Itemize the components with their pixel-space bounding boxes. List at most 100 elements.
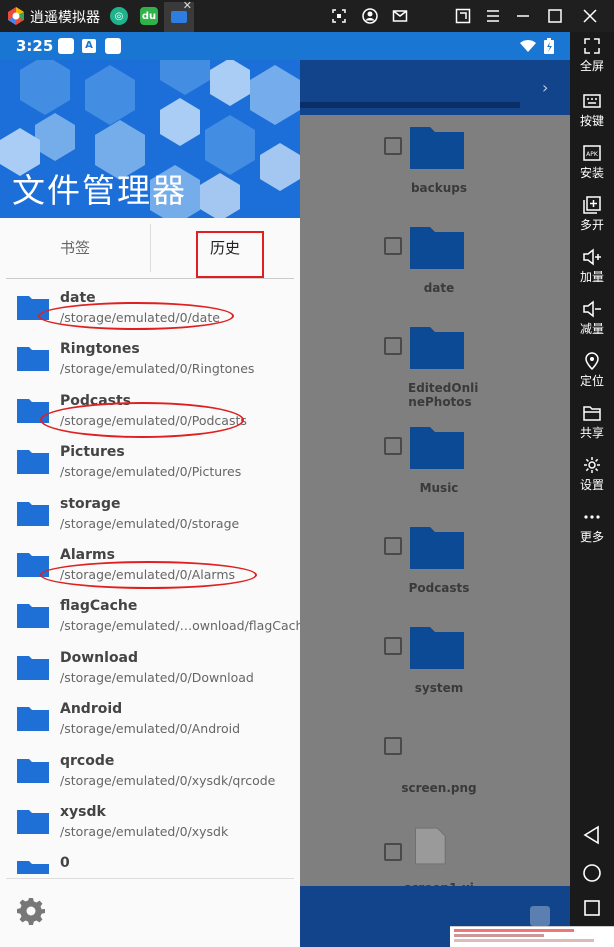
file-item[interactable]: Podcasts [380,523,500,623]
file-item[interactable]: date [380,223,500,323]
location-button[interactable]: 定位 [570,352,614,389]
keyboard-icon [583,94,601,108]
list-item[interactable]: qrcode /storage/emulated/0/xysdk/qrcode [0,747,300,798]
folder-icon [17,501,49,526]
share-folder-button[interactable]: 共享 [570,404,614,441]
list-item[interactable]: storage /storage/emulated/0/storage [0,490,300,541]
mail-icon[interactable] [392,8,408,24]
folder-icon [17,450,49,475]
list-item[interactable]: flagCache /storage/emulated/…ownload/fla… [0,592,300,643]
file-checkbox[interactable] [384,537,402,555]
screenshot-icon[interactable] [331,8,347,24]
volume-down-icon [583,300,601,318]
side-tool-label: 全屏 [579,59,604,73]
file-label: Music [419,481,459,495]
annotation-ellipse [38,302,234,330]
folder-icon [410,327,464,369]
file-item[interactable]: Music [380,423,500,523]
file-checkbox[interactable] [384,237,402,255]
close-tab-icon[interactable]: ✕ [183,0,192,12]
volume-down-button[interactable]: 减量 [570,300,614,337]
back-nav-icon[interactable] [582,825,602,845]
file-item[interactable]: screen.png [380,723,500,823]
file-item[interactable]: system [380,623,500,723]
item-name: Pictures [60,444,125,461]
file-checkbox[interactable] [384,637,402,655]
window-mode-icon[interactable] [455,8,471,24]
item-name: storage [60,495,121,512]
item-name: flagCache [60,598,138,615]
close-window-icon[interactable] [582,8,598,24]
item-name: Download [60,649,139,666]
list-item[interactable]: Ringtones /storage/emulated/0/Ringtones [0,335,300,386]
drawer-footer-divider [6,878,294,879]
notification-icon [105,38,121,54]
app-tab-icon[interactable]: ◎ [110,7,128,25]
install-apk-button[interactable]: APK 安装 [570,144,614,181]
settings-button[interactable]: 设置 [570,456,614,493]
folder-icon [17,707,49,732]
status-time: 3:25 [16,37,54,55]
file-checkbox[interactable] [384,437,402,455]
file-icon [415,827,446,865]
list-item[interactable]: xysdk /storage/emulated/0/xysdk [0,798,300,849]
path-bar [300,102,520,108]
multi-instance-button[interactable]: 多开 [570,196,614,233]
file-checkbox[interactable] [384,737,402,755]
annotation-ellipse [40,561,257,589]
list-item[interactable]: Pictures /storage/emulated/0/Pictures [0,438,300,489]
item-path: /storage/emulated/0/xysdk [60,824,229,839]
folder-icon [410,527,464,569]
side-tool-label: 多开 [579,218,604,232]
item-path: /storage/emulated/0/Download [60,669,254,685]
settings-gear-icon[interactable] [16,896,46,926]
annotation-box [196,231,264,278]
folder-icon [17,810,49,834]
item-name: Ringtones [60,341,140,358]
tab-bookmarks[interactable]: 书签 [0,218,150,278]
app-title: 文件管理器 [12,171,187,210]
more-button[interactable]: 更多 [570,508,614,545]
active-app-tab[interactable]: ✕ [164,0,194,32]
menu-icon[interactable] [485,8,501,24]
side-tool-label: 设置 [579,478,604,492]
file-label: date [423,281,455,295]
file-checkbox[interactable] [384,843,402,861]
keyboard-button[interactable]: 按键 [570,92,614,129]
chevron-right-icon[interactable]: › [542,78,548,97]
minimize-icon[interactable] [515,8,531,24]
file-item[interactable]: backups [380,123,500,223]
emulator-side-toolbar: 全屏 按键 APK 安装 多开 加量 减量 定位 共享 设置 更多 [570,32,614,947]
home-nav-icon[interactable] [582,863,602,883]
fullscreen-icon [584,38,600,54]
list-item[interactable]: Android /storage/emulated/0/Android [0,695,300,746]
file-manager-tab-icon [171,11,187,23]
side-tool-label: 更多 [579,530,604,544]
du-tab-icon[interactable]: du [140,7,158,25]
item-path: /storage/emulated/0/Android [60,721,241,737]
volume-up-button[interactable]: 加量 [570,248,614,285]
search-icon[interactable] [530,906,550,926]
file-label: Podcasts [408,581,470,595]
file-label: backups [410,181,468,195]
file-checkbox[interactable] [384,137,402,155]
emulator-app-name: 逍遥模拟器 [30,10,100,26]
list-item[interactable]: 0 [0,849,300,874]
recent-apps-nav-icon[interactable] [582,898,602,918]
a-notification-icon: A [82,39,96,53]
folder-icon [410,227,464,269]
item-path: /storage/emulated/0/Ringtones [60,361,255,377]
folder-icon [17,758,49,783]
folder-icon [17,861,49,874]
file-item[interactable]: EditedOnli nePhotos [380,323,500,423]
item-name: xysdk [60,804,106,820]
fullscreen-button[interactable]: 全屏 [570,37,614,74]
location-icon [585,352,599,370]
user-account-icon[interactable] [362,8,378,24]
maximize-icon[interactable] [547,8,563,24]
folder-icon [410,627,464,669]
side-tool-label: 按键 [579,114,604,128]
file-checkbox[interactable] [384,337,402,355]
list-item[interactable]: Download /storage/emulated/0/Download [0,644,300,695]
folder-icon [410,127,464,169]
